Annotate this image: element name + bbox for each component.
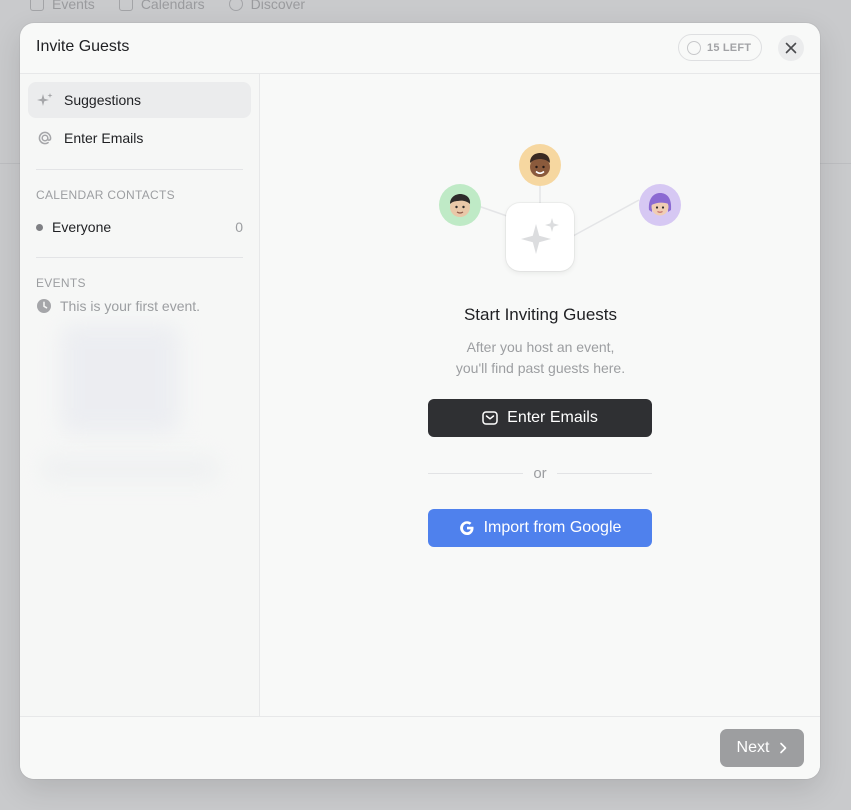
events-empty-text: This is your first event. (60, 298, 201, 314)
google-icon (459, 521, 474, 535)
sidebar-divider (36, 257, 243, 258)
suggestions-panel: Start Inviting Guests After you host an … (261, 74, 820, 716)
or-label: or (533, 464, 547, 482)
chevron-right-icon (780, 742, 787, 754)
enter-emails-button[interactable]: Enter Emails (428, 399, 652, 437)
empty-state-title: Start Inviting Guests (463, 305, 618, 324)
next-button[interactable]: Next (720, 729, 804, 767)
empty-state-subtitle: After you host an event, you'll find pas… (261, 337, 820, 379)
background-nav: Events Calendars Discover (30, 0, 305, 14)
sidebar-divider (36, 169, 243, 170)
memoji-avatar-icon (648, 193, 672, 216)
divider-line (556, 472, 652, 474)
progress-ring-icon (687, 40, 701, 55)
guests-left-badge: 15 LEFT (678, 34, 762, 61)
group-dot-icon (36, 223, 43, 231)
sidebar-item-label: Suggestions (64, 92, 142, 108)
nav-discover: Discover (228, 0, 306, 12)
sparkle-icon (521, 218, 559, 254)
calendars-icon (118, 0, 133, 11)
sidebar: Suggestions Enter Emails CALENDAR CONTAC… (20, 74, 260, 716)
or-divider: or (428, 463, 652, 483)
guest-avatar-3 (639, 184, 681, 226)
compass-icon (228, 0, 243, 11)
enter-emails-label: Enter Emails (507, 409, 598, 426)
modal-title: Invite Guests (36, 38, 130, 55)
sidebar-item-enter-emails[interactable]: Enter Emails (28, 120, 251, 156)
nav-events-label: Events (52, 0, 95, 12)
contact-group-label: Everyone (52, 219, 112, 235)
modal-header: Invite Guests 15 LEFT (20, 23, 820, 74)
blurred-background (60, 324, 180, 434)
next-label: Next (736, 739, 770, 756)
invite-guests-modal: Invite Guests 15 LEFT Suggestions Enter … (20, 23, 820, 779)
mail-icon (482, 411, 498, 425)
close-button[interactable] (778, 35, 804, 61)
calendar-icon (30, 0, 44, 11)
at-icon (36, 129, 54, 147)
guest-avatar-2 (519, 144, 561, 186)
clock-icon (37, 299, 51, 313)
guests-left-text: 15 LEFT (707, 41, 752, 54)
import-from-google-label: Import from Google (483, 519, 622, 536)
memoji-avatar-icon (530, 153, 550, 177)
events-empty-state: This is your first event. (36, 298, 200, 314)
empty-state-subtitle-line2: you'll find past guests here. (455, 360, 626, 376)
calendar-contacts-heading: CALENDAR CONTACTS (36, 188, 175, 202)
contact-group-everyone[interactable]: Everyone 0 (36, 217, 243, 237)
nav-discover-label: Discover (250, 0, 306, 12)
sidebar-item-label: Enter Emails (64, 130, 144, 146)
sidebar-item-suggestions[interactable]: Suggestions (28, 82, 251, 118)
memoji-avatar-icon (450, 194, 471, 217)
sparkle-icon (36, 91, 54, 109)
events-heading: EVENTS (36, 276, 86, 290)
nav-calendars-label: Calendars (140, 0, 205, 12)
contact-group-count: 0 (235, 219, 243, 235)
modal-footer: Next (20, 716, 820, 779)
nav-events: Events (30, 0, 95, 12)
guest-avatar-1 (439, 184, 481, 226)
import-from-google-button[interactable]: Import from Google (428, 509, 652, 547)
close-icon (785, 42, 797, 54)
sparkle-hub (506, 203, 574, 271)
divider-line (428, 472, 524, 474)
blurred-background-2 (40, 454, 220, 484)
nav-calendars: Calendars (118, 0, 205, 12)
empty-state-subtitle-line1: After you host an event, (466, 339, 615, 355)
